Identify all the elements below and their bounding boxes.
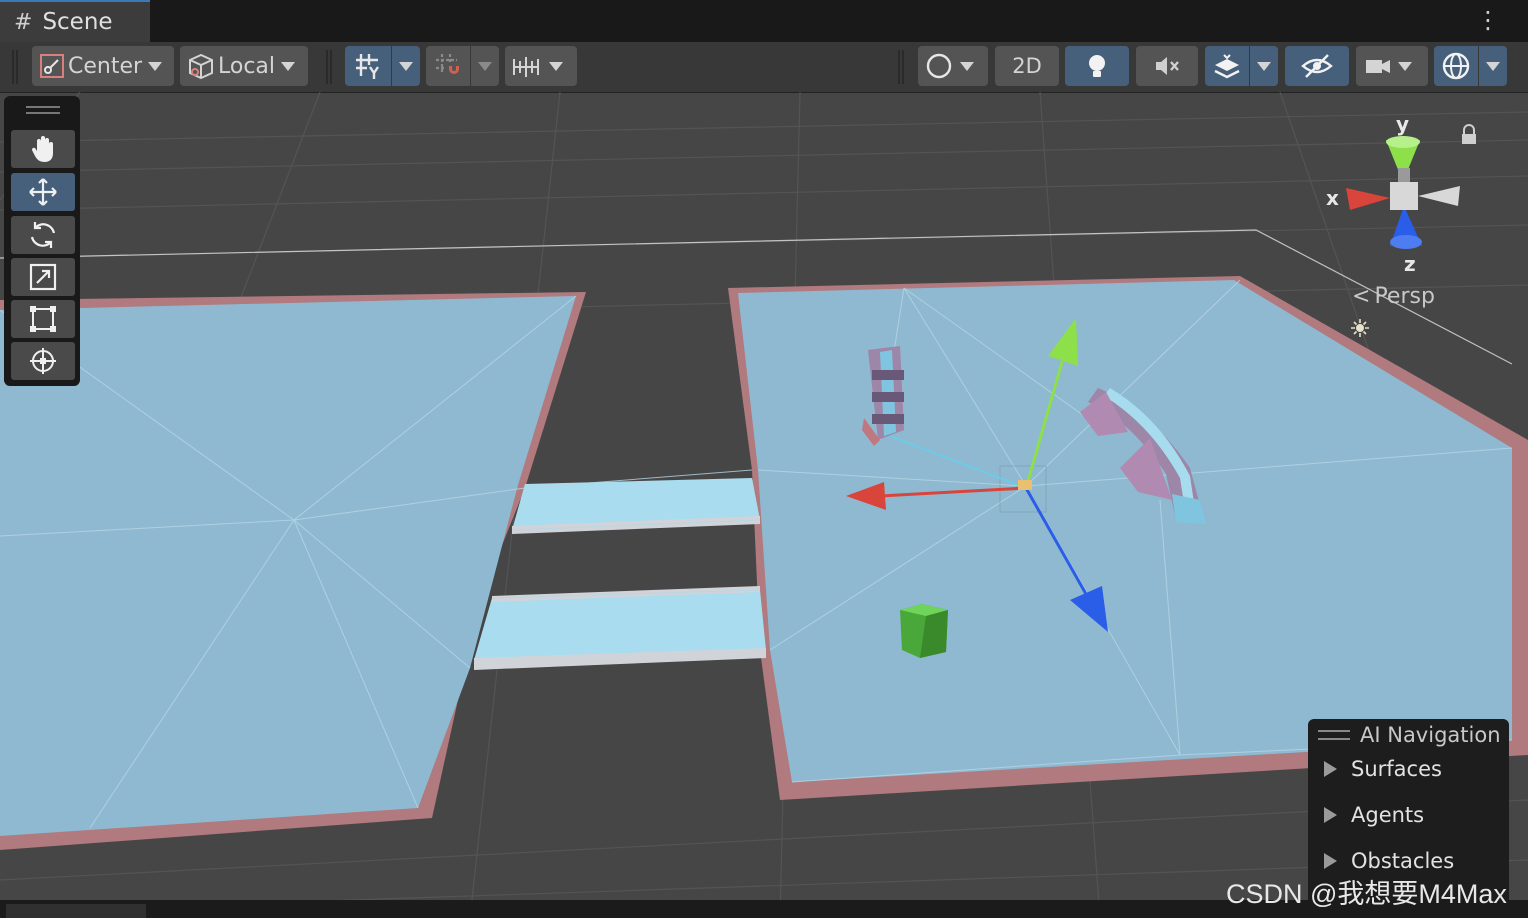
overlay-item-label: Surfaces xyxy=(1351,757,1442,781)
chevron-down-icon xyxy=(281,61,296,71)
increment-snap-dropdown[interactable] xyxy=(505,46,577,86)
transform-all-icon xyxy=(30,348,56,374)
mute-speaker-icon xyxy=(1156,57,1179,75)
orientation-gizmo[interactable]: y x z xyxy=(1320,108,1520,348)
projection-label: Persp xyxy=(1374,284,1435,309)
chevron-down-icon xyxy=(478,61,492,71)
effects-options-dropdown[interactable] xyxy=(1250,46,1278,86)
view-tool-button[interactable] xyxy=(11,130,75,168)
rotate-icon xyxy=(30,222,56,248)
tab-bar: # Scene ⋮ xyxy=(0,0,1528,42)
panel-drag-handle[interactable] xyxy=(26,106,60,114)
move-tool-button[interactable] xyxy=(11,173,75,211)
chevron-down-icon xyxy=(549,61,563,71)
lighting-toggle-button[interactable] xyxy=(1065,46,1129,86)
toolbar-grip[interactable] xyxy=(898,50,904,84)
layered-effects-icon xyxy=(1214,54,1240,79)
overlay-item-label: Obstacles xyxy=(1351,849,1455,873)
watermark-text: CSDN @我想要M4Max xyxy=(1226,879,1507,909)
local-cube-icon xyxy=(189,53,213,80)
pivot-position-label: Center xyxy=(68,53,143,79)
gizmos-toggle-button[interactable] xyxy=(1434,46,1478,86)
effects-toggle-button[interactable] xyxy=(1205,46,1249,86)
sun-icon xyxy=(1351,319,1369,337)
scene-viewport[interactable] xyxy=(0,92,1528,918)
expand-triangle-icon xyxy=(1324,853,1337,869)
left-navmesh-surface xyxy=(0,296,576,836)
chevron-down-icon xyxy=(148,61,163,71)
right-navmesh-surface xyxy=(738,280,1512,782)
scene-visibility-button[interactable] xyxy=(1285,46,1349,86)
overlay-item-obstacles[interactable]: Obstacles xyxy=(1324,849,1454,873)
overlay-drag-handle[interactable] xyxy=(1318,730,1350,740)
draw-mode-dropdown[interactable] xyxy=(918,46,988,86)
axis-y-label: y xyxy=(1396,112,1410,136)
chevron-down-icon xyxy=(1257,61,1271,71)
increment-snap-icon xyxy=(513,57,539,77)
toggle-2d-button[interactable]: 2D xyxy=(995,46,1059,86)
light-bulb-icon xyxy=(1089,55,1105,77)
chevron-down-icon xyxy=(399,61,413,71)
pivot-center-icon xyxy=(40,54,64,78)
scale-icon xyxy=(29,263,57,291)
tab-scene[interactable]: # Scene xyxy=(0,0,150,42)
rotate-tool-button[interactable] xyxy=(11,216,75,254)
expand-triangle-icon xyxy=(1324,807,1337,823)
hidden-eye-icon xyxy=(1301,54,1333,78)
transform-tools-panel xyxy=(4,96,80,386)
snap-options-dropdown[interactable] xyxy=(471,46,499,86)
orientation-axes xyxy=(1346,136,1460,249)
axis-x-label: x xyxy=(1326,186,1339,210)
audio-toggle-button[interactable] xyxy=(1136,46,1198,86)
chevron-left-icon: < xyxy=(1352,284,1371,309)
chevron-down-icon xyxy=(960,61,974,71)
tab-scene-label: Scene xyxy=(42,9,113,35)
overlay-item-agents[interactable]: Agents xyxy=(1324,803,1424,827)
transform-tool-button[interactable] xyxy=(11,342,75,380)
rect-tool-button[interactable] xyxy=(11,300,75,338)
overlay-header[interactable]: AI Navigation xyxy=(1308,719,1509,751)
shaded-sphere-icon xyxy=(926,53,952,79)
projection-toggle[interactable]: < Persp xyxy=(1352,284,1435,309)
pivot-rotation-label: Local xyxy=(218,53,276,79)
bottom-tab[interactable] xyxy=(6,904,146,918)
hand-icon xyxy=(31,136,53,162)
scale-tool-button[interactable] xyxy=(11,258,75,296)
expand-triangle-icon xyxy=(1324,761,1337,777)
overlay-item-label: Agents xyxy=(1351,803,1425,827)
toolbar-grip[interactable] xyxy=(326,50,332,84)
gizmo-sphere-icon xyxy=(1442,52,1470,80)
agent-cube-object xyxy=(900,604,948,658)
more-options-icon[interactable]: ⋮ xyxy=(1476,6,1500,34)
pivot-position-dropdown[interactable]: Center xyxy=(32,46,174,86)
toolbar-grip[interactable] xyxy=(12,50,18,84)
grid-y-icon xyxy=(356,54,379,79)
chevron-down-icon xyxy=(1398,61,1412,71)
video-camera-icon xyxy=(1366,60,1390,73)
grid-snap-icon xyxy=(436,54,459,74)
gizmos-options-dropdown[interactable] xyxy=(1479,46,1507,86)
toggle-2d-label: 2D xyxy=(1012,54,1042,78)
scene-toolbar: Center Local 2D xyxy=(0,42,1528,93)
axis-z-label: z xyxy=(1404,252,1416,276)
move-arrows-icon xyxy=(29,178,57,206)
rect-transform-icon xyxy=(30,306,56,332)
overlay-title: AI Navigation xyxy=(1360,723,1501,747)
chevron-down-icon xyxy=(1486,61,1500,71)
scene-world xyxy=(0,92,1528,918)
lock-icon[interactable] xyxy=(1460,124,1478,146)
overlay-item-surfaces[interactable]: Surfaces xyxy=(1324,757,1442,781)
grid-options-dropdown[interactable] xyxy=(392,46,420,86)
pivot-rotation-dropdown[interactable]: Local xyxy=(180,46,308,86)
scene-grid-icon: # xyxy=(14,9,33,35)
grid-visibility-button[interactable] xyxy=(345,46,391,86)
camera-settings-dropdown[interactable] xyxy=(1356,46,1428,86)
snap-toggle-button[interactable] xyxy=(426,46,470,86)
